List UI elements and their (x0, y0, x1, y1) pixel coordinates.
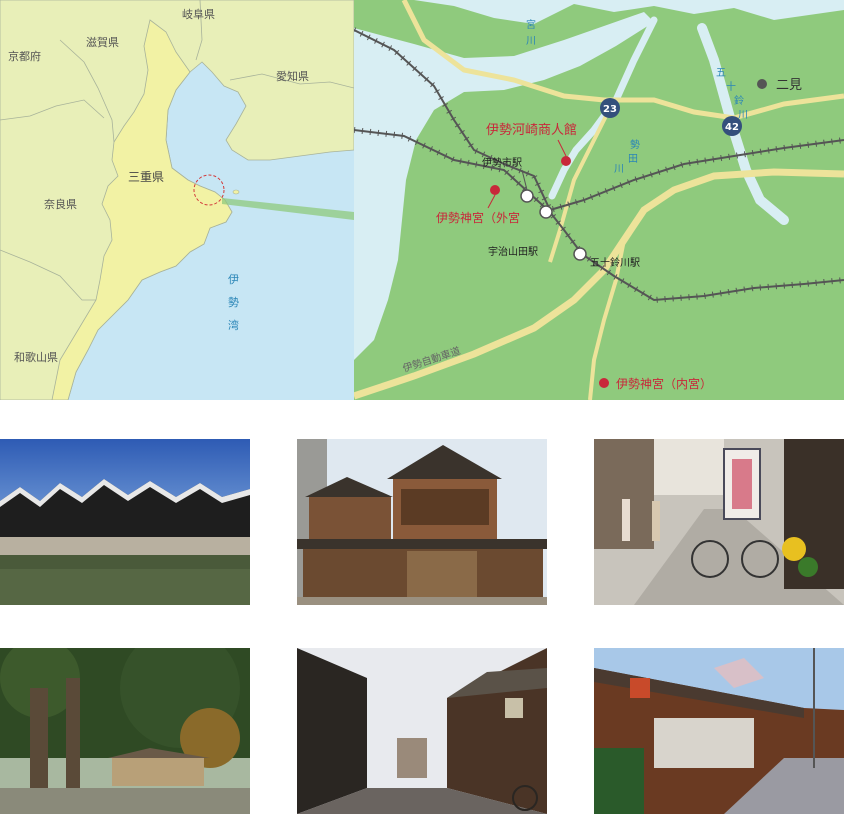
naiku-marker-icon (599, 378, 609, 388)
museum-label: 伊勢河崎商人館 (486, 123, 577, 138)
label-ise-bay-2: 勢 (228, 295, 239, 309)
museum-marker-icon (561, 156, 571, 166)
futami-label: 二見 (776, 78, 802, 93)
zoom-connector (222, 198, 354, 220)
naiku-label: 伊勢神宮（内宮） (616, 376, 712, 391)
label-aichi: 愛知県 (276, 69, 309, 83)
label-nara: 奈良県 (44, 197, 77, 211)
label-kyoto: 京都府 (8, 49, 41, 63)
seta-river-label-1: 勢 (630, 138, 640, 151)
ujiyamada-label: 宇治山田駅 (488, 245, 538, 258)
route-42-label: 42 (725, 122, 739, 133)
photo-street-rickshaw (594, 439, 844, 605)
label-ise-bay-3: 湾 (228, 318, 239, 332)
photo-canal-warehouses (0, 439, 250, 605)
label-ise-bay-1: 伊 (228, 273, 239, 286)
ujiyamada-station-icon (539, 205, 553, 219)
photo-shrine-grove (0, 648, 250, 814)
miya-river-label-1: 宮 (526, 18, 536, 31)
photo-old-shop-row (594, 648, 844, 814)
ise-station-icon (520, 189, 534, 203)
label-wakayama: 和歌山県 (14, 350, 58, 364)
label-shiga: 滋賀県 (86, 36, 119, 49)
isuzugawa-station-icon (573, 247, 587, 261)
isuzu-river-label-3: 鈴 (734, 94, 744, 107)
detail-map: 23 42 宮 川 勢 田 川 五 十 鈴 川 二見 伊勢河崎商人館 伊勢市駅 … (354, 0, 844, 400)
ise-station-label: 伊勢市駅 (482, 156, 522, 169)
isuzu-river-label-1: 五 (716, 68, 726, 79)
geku-marker-icon (490, 185, 500, 195)
isuzu-river-label-4: 川 (738, 110, 748, 121)
seta-river-label-2: 田 (628, 154, 638, 165)
label-gifu: 岐阜県 (182, 8, 215, 21)
photo-warehouse-alley (297, 648, 547, 814)
geku-label: 伊勢神宮（外宮 (436, 210, 520, 225)
isuzugawa-label: 五十鈴川駅 (590, 256, 640, 269)
route-23-label: 23 (603, 104, 617, 115)
miya-river-label-2: 川 (526, 36, 536, 47)
photo-merchant-house (297, 439, 547, 605)
label-mie: 三重県 (128, 170, 164, 184)
futami-marker-icon (757, 79, 767, 89)
seta-river-label-3: 川 (614, 164, 624, 175)
isuzu-river-label-2: 十 (726, 80, 736, 93)
